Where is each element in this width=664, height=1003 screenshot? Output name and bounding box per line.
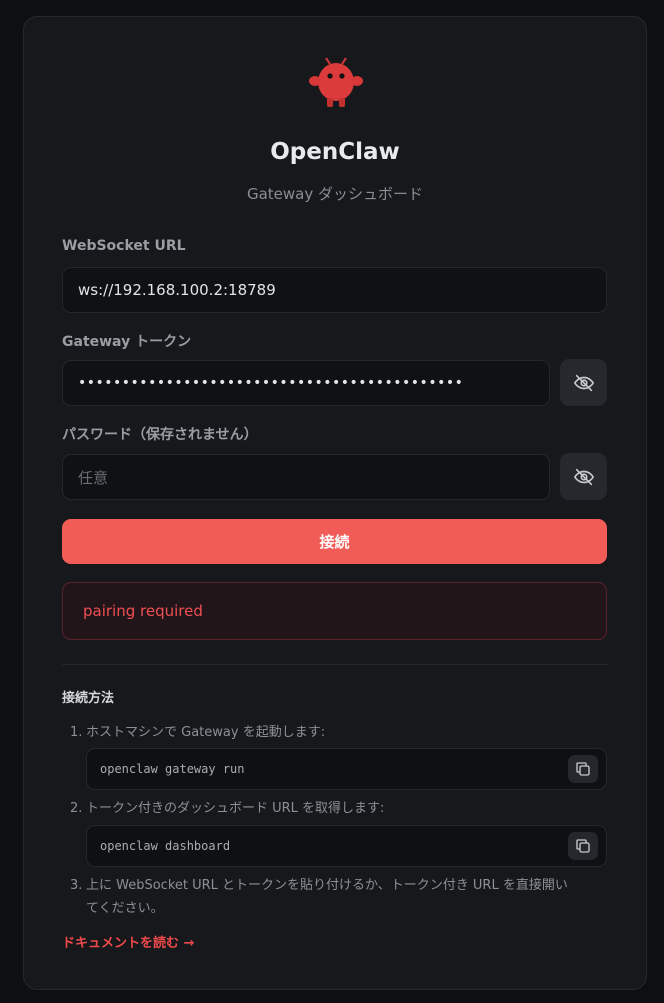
gateway-token-label: Gateway トークン: [62, 334, 192, 350]
docs-link[interactable]: ドキュメントを読む →: [62, 932, 194, 951]
copy-button[interactable]: [568, 832, 598, 860]
step-number: 1.: [70, 725, 83, 740]
code-block-dashboard: openclaw dashboard: [86, 825, 607, 867]
step-text-continued: てください。: [86, 901, 164, 916]
instruction-step-3: 3. 上に WebSocket URL とトークンを貼り付けるか、トークン付き U…: [70, 874, 600, 920]
step-text: ホストマシンで Gateway を起動します:: [86, 725, 326, 740]
step-text: トークン付きのダッシュボード URL を取得します:: [86, 801, 385, 816]
instructions-title: 接続方法: [62, 691, 115, 706]
copy-icon: [576, 762, 590, 776]
instruction-step-2: 2. トークン付きのダッシュボード URL を取得します:: [70, 797, 600, 820]
red-claw-mascot-icon: [309, 57, 363, 107]
error-alert: pairing required: [62, 582, 607, 640]
websocket-url-input[interactable]: ws://192.168.100.2:18789: [62, 267, 607, 313]
login-card: OpenClaw Gateway ダッシュボード WebSocket URL w…: [23, 16, 647, 990]
toggle-password-visibility-button[interactable]: [560, 453, 607, 500]
code-text: openclaw dashboard: [100, 839, 231, 853]
divider: [62, 664, 607, 665]
websocket-url-label: WebSocket URL: [62, 238, 186, 254]
step-number: 3.: [70, 878, 83, 893]
password-input[interactable]: 任意: [62, 454, 550, 500]
app-title: OpenClaw: [270, 139, 400, 165]
connect-button[interactable]: 接続: [62, 519, 607, 564]
app-subtitle: Gateway ダッシュボード: [246, 185, 424, 203]
copy-icon: [576, 839, 590, 853]
eye-off-icon: [573, 468, 594, 485]
code-block-gateway-run: openclaw gateway run: [86, 748, 607, 790]
step-number: 2.: [70, 801, 83, 816]
gateway-token-input[interactable]: ••••••••••••••••••••••••••••••••••••••••…: [62, 360, 550, 406]
step-text: 上に WebSocket URL とトークンを貼り付けるか、トークン付き URL…: [86, 878, 568, 893]
eye-off-icon: [573, 374, 594, 391]
copy-button[interactable]: [568, 755, 598, 783]
instruction-step-1: 1. ホストマシンで Gateway を起動します:: [70, 721, 600, 744]
code-text: openclaw gateway run: [100, 762, 245, 776]
password-label: パスワード（保存されません）: [62, 427, 258, 443]
toggle-token-visibility-button[interactable]: [560, 359, 607, 406]
